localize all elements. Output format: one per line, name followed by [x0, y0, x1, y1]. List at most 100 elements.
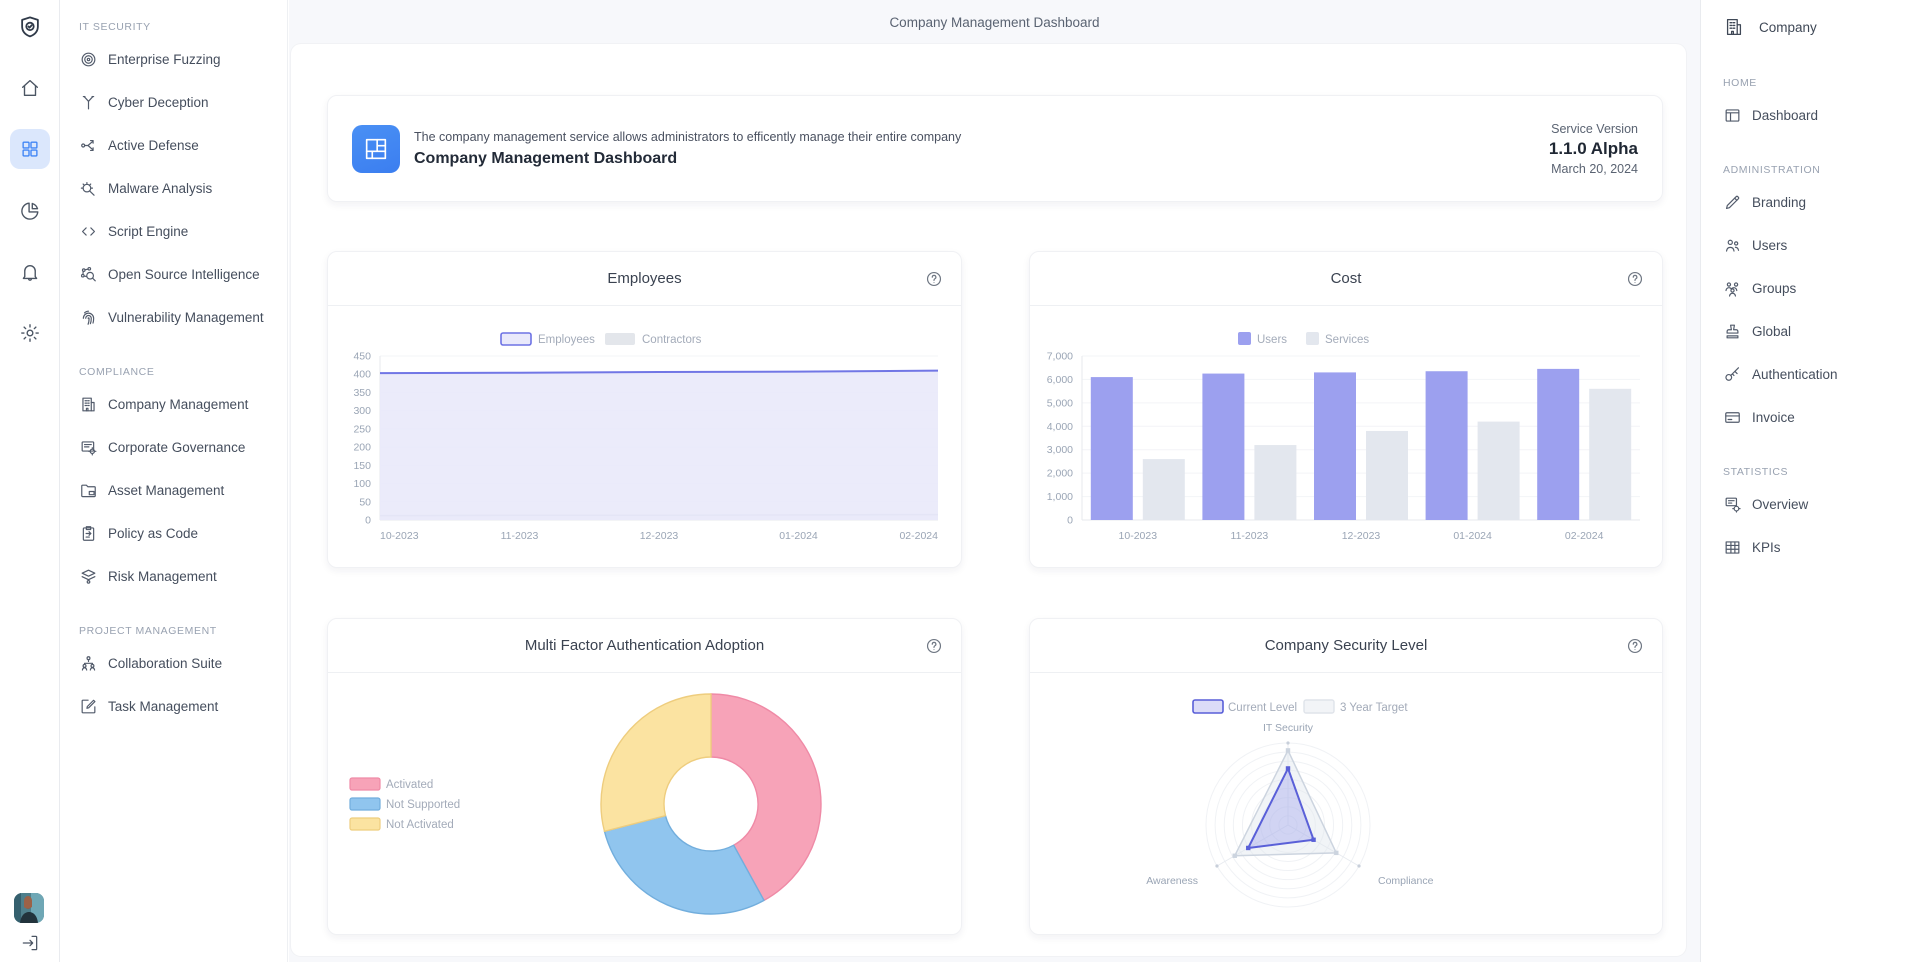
sidebar-item-corporate-governance[interactable]: Corporate Governance — [79, 426, 287, 469]
sidebar-item-policy-as-code[interactable]: Policy as Code — [79, 512, 287, 555]
fingerprint-icon — [79, 308, 98, 327]
avatar-photo — [14, 893, 44, 923]
rightnav-item-users[interactable]: Users — [1723, 224, 1920, 267]
svg-text:3,000: 3,000 — [1047, 444, 1073, 456]
nav-item-label: Cyber Deception — [108, 95, 209, 110]
groups-icon — [1723, 279, 1742, 298]
sidebar-section-it-security: IT SECURITY — [79, 16, 287, 38]
svg-text:450: 450 — [353, 351, 371, 363]
nav-item-label: Invoice — [1752, 410, 1795, 425]
company-selector[interactable]: Company — [1723, 14, 1920, 40]
rightnav-item-dashboard[interactable]: Dashboard — [1723, 94, 1920, 137]
share-icon — [79, 136, 98, 155]
nav-item-label: Policy as Code — [108, 526, 198, 541]
sidebar-item-asset-management[interactable]: Asset Management — [79, 469, 287, 512]
rightnav-item-authentication[interactable]: Authentication — [1723, 353, 1920, 396]
settings-nav-button[interactable] — [19, 322, 41, 344]
shield-check-icon — [16, 14, 43, 41]
dashboard-layout-icon — [352, 125, 400, 173]
sidebar-item-open-source-intelligence[interactable]: Open Source Intelligence — [79, 253, 287, 296]
version-date: March 20, 2024 — [1549, 162, 1638, 176]
svg-text:12-2023: 12-2023 — [640, 530, 679, 542]
security-chart-plot: Current Level3 Year TargetIT SecurityCom… — [1030, 673, 1662, 934]
nav-item-label: Collaboration Suite — [108, 656, 222, 671]
app-logo[interactable] — [16, 14, 43, 41]
svg-text:300: 300 — [353, 405, 371, 417]
svg-text:02-2024: 02-2024 — [1565, 530, 1604, 542]
home-nav-button[interactable] — [19, 77, 41, 99]
right-sidebar: Company HOMEDashboardADMINISTRATIONBrand… — [1700, 0, 1920, 962]
employees-chart-plot: EmployeesContractors45040035030025020015… — [328, 306, 961, 567]
svg-text:01-2024: 01-2024 — [779, 530, 818, 542]
branch-icon — [79, 93, 98, 112]
help-icon[interactable] — [925, 637, 943, 655]
help-icon[interactable] — [925, 270, 943, 288]
sidebar-item-active-defense[interactable]: Active Defense — [79, 124, 287, 167]
rightnav-item-branding[interactable]: Branding — [1723, 181, 1920, 224]
folder-icon — [79, 481, 98, 500]
service-description: The company management service allows ad… — [414, 130, 961, 144]
help-icon — [1626, 270, 1644, 288]
svg-text:6,000: 6,000 — [1047, 374, 1073, 386]
sidebar-item-cyber-deception[interactable]: Cyber Deception — [79, 81, 287, 124]
sidebar-item-script-engine[interactable]: Script Engine — [79, 210, 287, 253]
rightnav-item-overview[interactable]: Overview — [1723, 483, 1920, 526]
nav-item-label: Risk Management — [108, 569, 217, 584]
svg-text:200: 200 — [353, 442, 371, 454]
logout-icon — [20, 933, 40, 953]
sidebar-section-project-management: PROJECT MANAGEMENT — [79, 620, 287, 642]
mfa-adoption-chart-card: Multi Factor Authentication AdoptionActi… — [327, 618, 962, 935]
home-icon — [19, 77, 41, 99]
nav-item-label: Task Management — [108, 699, 218, 714]
svg-text:Employees: Employees — [538, 334, 595, 346]
svg-text:10-2023: 10-2023 — [1119, 530, 1158, 542]
help-icon[interactable] — [1626, 270, 1644, 288]
code-icon — [79, 222, 98, 241]
bell-icon — [19, 261, 41, 283]
donut-segment-not-activated — [601, 694, 711, 831]
clipboard-icon — [79, 524, 98, 543]
notifications-nav-button[interactable] — [19, 261, 41, 283]
grid-icon — [19, 138, 41, 160]
nav-item-label: Corporate Governance — [108, 440, 245, 455]
help-icon — [925, 637, 943, 655]
svg-text:3 Year Target: 3 Year Target — [1340, 702, 1408, 714]
pie-icon — [19, 200, 41, 222]
sidebar-item-collaboration-suite[interactable]: Collaboration Suite — [79, 642, 287, 685]
rightnav-item-kpis[interactable]: KPIs — [1723, 526, 1920, 569]
logout-button[interactable] — [20, 933, 40, 953]
rightnav-item-invoice[interactable]: Invoice — [1723, 396, 1920, 439]
nav-item-label: Branding — [1752, 195, 1806, 210]
rightnav-item-groups[interactable]: Groups — [1723, 267, 1920, 310]
svg-text:Users: Users — [1257, 334, 1287, 346]
window-icon — [1723, 106, 1742, 125]
analytics-nav-button[interactable] — [19, 200, 41, 222]
main-area: Company Management Dashboard The company… — [289, 0, 1700, 962]
sidebar-item-vulnerability-management[interactable]: Vulnerability Management — [79, 296, 287, 339]
sidebar-item-enterprise-fuzzing[interactable]: Enterprise Fuzzing — [79, 38, 287, 81]
employees-chart-card: EmployeesEmployeesContractors45040035030… — [327, 251, 962, 568]
calculator-icon — [1723, 495, 1742, 514]
table-icon — [1723, 538, 1742, 557]
sidebar-item-malware-analysis[interactable]: Malware Analysis — [79, 167, 287, 210]
nav-item-label: Script Engine — [108, 224, 188, 239]
nav-item-label: Vulnerability Management — [108, 310, 264, 325]
edit-square-icon — [79, 697, 98, 716]
svg-text:350: 350 — [353, 387, 371, 399]
rightnav-item-global[interactable]: Global — [1723, 310, 1920, 353]
building-icon — [79, 395, 98, 414]
sidebar-item-task-management[interactable]: Task Management — [79, 685, 287, 728]
nav-item-label: Company Management — [108, 397, 248, 412]
rightnav-section-administration: ADMINISTRATION — [1723, 159, 1920, 181]
nav-item-label: Users — [1752, 238, 1787, 253]
svg-text:400: 400 — [353, 369, 371, 381]
sidebar-item-company-management[interactable]: Company Management — [79, 383, 287, 426]
nav-item-label: Global — [1752, 324, 1791, 339]
rightnav-section-statistics: STATISTICS — [1723, 461, 1920, 483]
svg-text:IT Security: IT Security — [1263, 722, 1314, 734]
help-icon[interactable] — [1626, 637, 1644, 655]
sidebar-item-risk-management[interactable]: Risk Management — [79, 555, 287, 598]
dashboard-nav-button[interactable] — [10, 129, 50, 169]
user-avatar[interactable] — [14, 893, 44, 923]
svg-text:250: 250 — [353, 423, 371, 435]
